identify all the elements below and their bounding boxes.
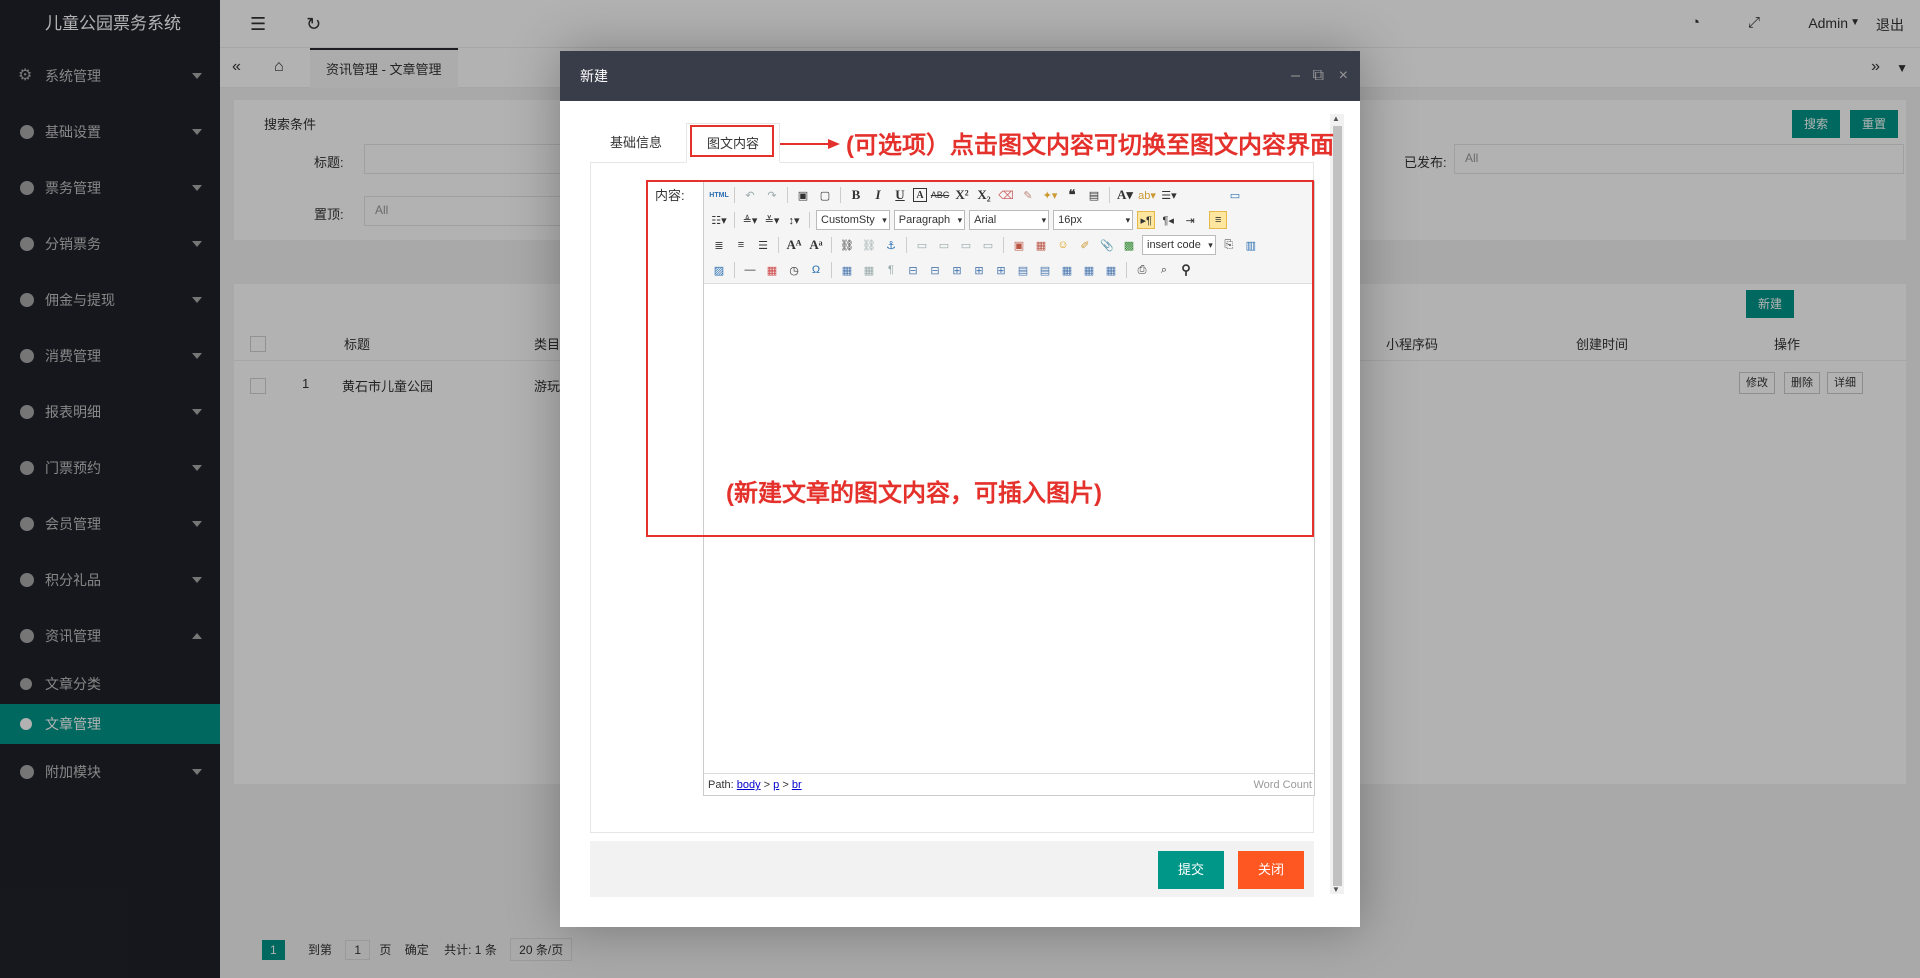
path-separator: >: [763, 779, 771, 791]
modal-header: 新建 – ⧉ ×: [560, 51, 1360, 101]
word-count: Word Count: [1253, 779, 1313, 791]
path-separator: >: [782, 779, 789, 791]
maximize-icon[interactable]: ⧉: [1313, 51, 1324, 101]
path-p-link[interactable]: p: [773, 779, 779, 791]
tab-basic-info[interactable]: 基础信息: [590, 123, 682, 163]
scroll-up-icon[interactable]: ▲: [1332, 114, 1340, 123]
editor-path-bar: Path: body > p > br Word Count: [704, 773, 1314, 795]
path-body-link[interactable]: body: [737, 779, 761, 791]
minimize-icon[interactable]: –: [1291, 51, 1300, 101]
scroll-down-icon[interactable]: ▼: [1332, 885, 1340, 894]
path-label: Path:: [708, 779, 734, 791]
annotation-arrow: [780, 139, 840, 149]
annotation-tab-hint: (可选项）点击图文内容可切换至图文内容界面: [846, 132, 1334, 159]
annotation-tab-box: [690, 125, 774, 157]
path-br-link[interactable]: br: [792, 779, 802, 791]
modal-scrollbar[interactable]: ▲ ▼: [1330, 114, 1344, 894]
close-icon[interactable]: ×: [1339, 51, 1348, 101]
annotation-editor-hint: (新建文章的图文内容，可插入图片): [726, 480, 1102, 507]
scrollbar-thumb[interactable]: [1333, 126, 1342, 886]
modal-footer: 提交 关闭: [590, 841, 1314, 897]
close-button[interactable]: 关闭: [1238, 851, 1304, 889]
modal-title: 新建: [580, 68, 608, 84]
submit-button[interactable]: 提交: [1158, 851, 1224, 889]
